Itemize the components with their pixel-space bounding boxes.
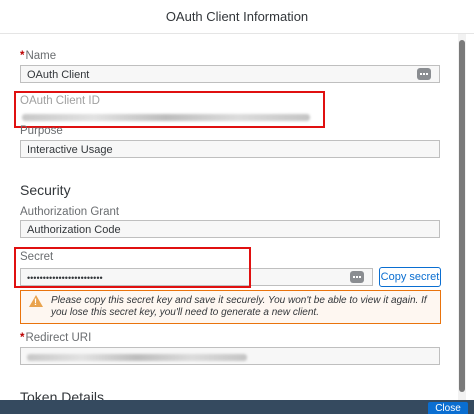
grant-field[interactable]: Authorization Code [20,220,440,238]
name-label: *Name [20,50,56,62]
secret-highlight [14,247,251,288]
grant-value: Authorization Code [27,224,121,236]
redirect-label: *Redirect URI [20,332,91,344]
warning-text: Please copy this secret key and save it … [51,295,427,318]
required-marker: * [20,50,25,62]
copy-secret-button[interactable]: Copy secret [379,267,441,287]
purpose-label: Purpose [20,125,63,137]
redirect-label-text: Redirect URI [25,332,92,344]
show-secret-icon[interactable] [350,271,364,283]
required-marker: * [20,332,25,344]
dialog-scrollbar[interactable] [458,34,466,400]
purpose-value: Interactive Usage [27,144,113,156]
token-details-heading: Token Details [20,389,105,400]
security-heading: Security [20,182,71,198]
redirect-obscured-text [27,354,247,361]
close-button[interactable]: Close [428,402,468,414]
secret-warning: Please copy this secret key and save it … [20,290,441,324]
grant-label: Authorization Grant [20,206,120,218]
client-id-highlight [14,91,325,128]
dialog-footer [0,400,474,414]
warning-icon [29,295,43,308]
name-label-text: Name [25,50,57,62]
name-field[interactable]: OAuth Client [20,65,440,83]
scrollbar-thumb[interactable] [459,40,465,392]
redirect-field[interactable] [20,347,440,365]
name-value: OAuth Client [27,69,90,81]
dialog-content: *Name OAuth Client OAuth Client ID Purpo… [0,34,474,400]
oauth-client-dialog: OAuth Client Information *Name OAuth Cli… [0,0,474,414]
value-help-icon[interactable] [417,68,431,80]
dialog-title: OAuth Client Information [0,0,474,34]
purpose-field[interactable]: Interactive Usage [20,140,440,158]
